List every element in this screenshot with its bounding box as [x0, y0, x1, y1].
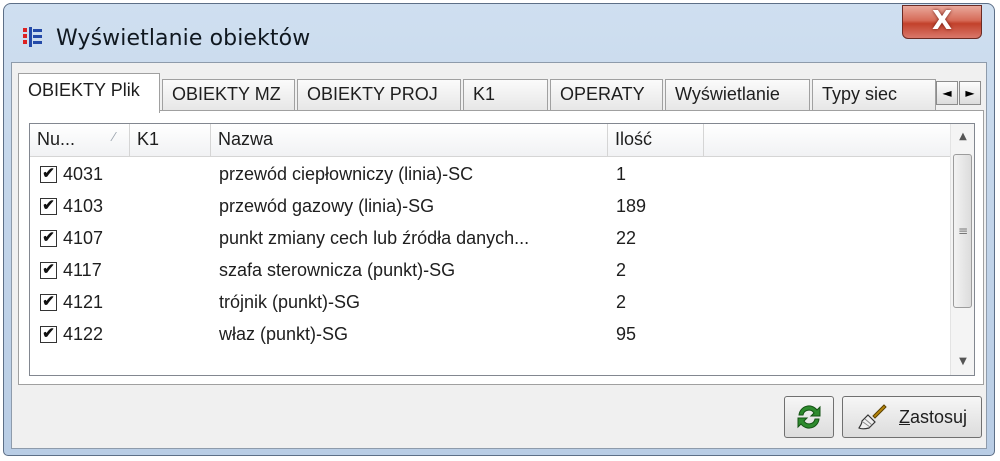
tab-scroll-right-icon[interactable]: ► [959, 81, 981, 105]
row-checkbox[interactable]: ✔ [40, 262, 57, 279]
apply-button[interactable]: Zastosuj [842, 396, 982, 438]
row-qty: 189 [616, 196, 647, 216]
tab-wyswietlanie[interactable]: Wyświetlanie [665, 79, 810, 111]
tab-obiekty-proj[interactable]: OBIEKTY PROJ [297, 79, 461, 111]
column-header-number-label: Nu... [37, 129, 76, 149]
row-number: 4117 [63, 260, 102, 280]
table-row[interactable]: ✔ 4121 trójnik (punkt)-SG 2 [30, 288, 950, 320]
tab-typy-sieci[interactable]: Typy siec [812, 79, 936, 111]
apply-label-rest: astosuj [910, 407, 968, 427]
table-row[interactable]: ✔ 4122 właz (punkt)-SG 95 [30, 320, 950, 352]
row-checkbox[interactable]: ✔ [40, 230, 57, 247]
row-checkbox[interactable]: ✔ [40, 326, 57, 343]
row-number: 4031 [63, 164, 104, 184]
tab-obiekty-plik[interactable]: OBIEKTY Plik [18, 73, 160, 113]
row-checkbox[interactable]: ✔ [40, 166, 57, 183]
row-number: 4103 [63, 196, 104, 216]
row-number: 4121 [63, 292, 104, 312]
row-qty: 2 [616, 292, 627, 312]
table-row[interactable]: ✔ 4117 szafa sterownicza (punkt)-SG 2 [30, 256, 950, 288]
column-header-qty[interactable]: Ilość [608, 124, 704, 156]
row-qty: 2 [616, 260, 627, 280]
apply-button-label: Zastosuj [899, 407, 967, 428]
table-row[interactable]: ✔ 4107 punkt zmiany cech lub źródła dany… [30, 224, 950, 256]
objects-grid: Nu... ⁄ K1 Nazwa Ilość ✔ 4031 przewód ci… [29, 123, 975, 376]
row-qty: 22 [616, 228, 637, 248]
tab-strip: OBIEKTY Plik OBIEKTY MZ OBIEKTY PROJ K1 … [18, 73, 984, 113]
scroll-up-icon[interactable]: ▲ [951, 124, 974, 150]
row-name: przewód gazowy (linia)-SG [219, 196, 435, 216]
row-name: przewód ciepłowniczy (linia)-SC [219, 164, 474, 184]
app-icon [23, 27, 42, 47]
row-number: 4122 [63, 324, 104, 344]
row-name: punkt zmiany cech lub źródła danych... [219, 228, 530, 248]
close-icon: X [931, 6, 953, 36]
row-checkbox[interactable]: ✔ [40, 198, 57, 215]
tab-scroll-left-icon[interactable]: ◄ [936, 81, 958, 105]
tab-operaty[interactable]: OPERATY [550, 79, 663, 111]
dialog-body: OBIEKTY Plik OBIEKTY MZ OBIEKTY PROJ K1 … [11, 62, 987, 449]
table-row[interactable]: ✔ 4103 przewód gazowy (linia)-SG 189 [30, 192, 950, 224]
row-name: właz (punkt)-SG [219, 324, 349, 344]
row-qty: 1 [616, 164, 627, 184]
tab-scroll-buttons: ◄ ► [936, 81, 982, 107]
column-header-filler [704, 124, 950, 156]
dialog-window: Wyświetlanie obiektów X OBIEKTY Plik OBI… [3, 3, 995, 456]
table-row[interactable]: ✔ 4031 przewód ciepłowniczy (linia)-SC 1 [30, 160, 950, 192]
refresh-icon [797, 405, 821, 429]
sort-indicator-icon: ⁄ [113, 129, 116, 144]
window-title: Wyświetlanie obiektów [56, 26, 311, 51]
brush-icon [858, 404, 887, 430]
tab-k1[interactable]: K1 [463, 79, 548, 111]
grid-vertical-scrollbar[interactable]: ▲ ≡ ▼ [950, 124, 974, 375]
row-number: 4107 [63, 228, 104, 248]
tab-obiekty-mz[interactable]: OBIEKTY MZ [162, 79, 295, 111]
row-checkbox[interactable]: ✔ [40, 294, 57, 311]
button-bar: Zastosuj [18, 392, 984, 444]
refresh-button[interactable] [784, 396, 834, 438]
row-qty: 95 [616, 324, 637, 344]
column-header-number[interactable]: Nu... ⁄ [30, 124, 130, 156]
scroll-grip-icon: ≡ [958, 224, 969, 238]
scroll-down-icon[interactable]: ▼ [951, 349, 974, 375]
scroll-thumb[interactable]: ≡ [953, 154, 972, 308]
row-name: trójnik (punkt)-SG [219, 292, 361, 312]
grid-header: Nu... ⁄ K1 Nazwa Ilość [30, 124, 950, 157]
row-name: szafa sterownicza (punkt)-SG [219, 260, 456, 280]
column-header-name[interactable]: Nazwa [211, 124, 608, 156]
tab-panel: Nu... ⁄ K1 Nazwa Ilość ✔ 4031 przewód ci… [18, 110, 984, 385]
close-button[interactable]: X [902, 5, 982, 39]
column-header-k1[interactable]: K1 [130, 124, 211, 156]
apply-accelerator: Z [899, 407, 910, 427]
title-bar[interactable]: Wyświetlanie obiektów X [4, 4, 994, 62]
